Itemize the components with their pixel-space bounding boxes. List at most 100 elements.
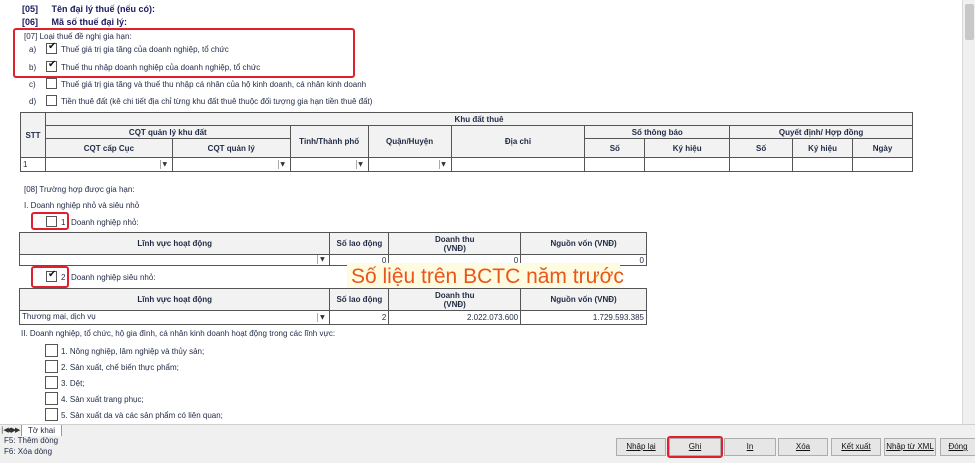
row-06-code: [06] bbox=[22, 17, 39, 27]
close-button[interactable]: Đóng bbox=[940, 438, 975, 456]
print-button[interactable]: In bbox=[724, 438, 776, 456]
hint-delete-row: F6: Xóa dòng bbox=[4, 447, 53, 456]
th-notice-symbol: Ký hiệu bbox=[644, 138, 731, 158]
th-decision-contract: Quyết định/ Hợp đồng bbox=[729, 125, 913, 139]
th-revenue: Doanh thu (VNĐ) bbox=[388, 288, 522, 311]
th-cqt-group: CQT quản lý khu đất bbox=[44, 125, 291, 139]
import-xml-button[interactable]: Nhập từ XML bbox=[884, 438, 936, 456]
th-revenue-unit: (VNĐ) bbox=[443, 299, 466, 309]
select-district[interactable]: ▼ bbox=[367, 157, 452, 172]
th-land-group: Khu đất thuê bbox=[44, 112, 914, 126]
input-decision-symbol[interactable] bbox=[792, 157, 853, 172]
group-2-title: II. Doanh nghiệp, tổ chức, hộ gia đình, … bbox=[21, 329, 336, 338]
th-capital: Nguồn vốn (VNĐ) bbox=[520, 232, 647, 255]
sector-3-checkbox[interactable] bbox=[45, 376, 58, 389]
hint-add-row: F5: Thêm dòng bbox=[4, 436, 59, 445]
th-province: Tỉnh/Thành phố bbox=[289, 125, 369, 158]
th-employees: Số lao động bbox=[329, 232, 390, 255]
input-notice-no[interactable] bbox=[584, 157, 646, 172]
input-address[interactable] bbox=[450, 157, 586, 172]
select-field-micro[interactable]: Thương mại, dịch vụ ▼ bbox=[18, 310, 331, 325]
item-d-checkbox[interactable] bbox=[46, 95, 57, 106]
cell-stt: 1 bbox=[20, 157, 46, 172]
micro-enterprise-label: Doanh nghiệp siêu nhỏ: bbox=[71, 273, 156, 282]
declaration-form: [05] Tên đại lý thuế (nếu có): [06] Mã s… bbox=[0, 0, 962, 424]
item-c-checkbox[interactable] bbox=[46, 78, 57, 89]
sector-1-checkbox[interactable] bbox=[45, 344, 58, 357]
th-revenue-label: Doanh thu bbox=[434, 290, 475, 300]
table-row: Thương mại, dịch vụ ▼ 2 2.022.073.600 1.7… bbox=[18, 310, 647, 325]
sector-4-checkbox[interactable] bbox=[45, 392, 58, 405]
scrollbar-thumb[interactable] bbox=[965, 4, 974, 40]
annotation-callout: Số liệu trên BCTC năm trước bbox=[347, 263, 624, 291]
th-stt: STT bbox=[20, 112, 46, 158]
land-table-row: 1 ▼ ▼ ▼ ▼ bbox=[20, 157, 914, 172]
select-cqt-quan-ly[interactable]: ▼ bbox=[171, 157, 291, 172]
row-06: [06] Mã số thuế đại lý: bbox=[22, 17, 127, 27]
sheet-tab-bar: |◀ ◀ ▶ ▶| Tờ khai bbox=[0, 424, 975, 437]
item-d-letter: d) bbox=[29, 97, 37, 106]
th-notice-number: Số thông báo bbox=[584, 125, 731, 139]
th-capital: Nguồn vốn (VNĐ) bbox=[520, 288, 647, 311]
group-1-title: I. Doanh nghiệp nhỏ và siêu nhỏ bbox=[24, 201, 140, 210]
reset-button[interactable]: Nhập lại bbox=[616, 438, 666, 456]
dropdown-arrow-icon[interactable]: ▼ bbox=[355, 160, 365, 169]
input-decision-no[interactable] bbox=[729, 157, 794, 172]
th-field: Lĩnh vực hoạt động bbox=[18, 232, 331, 255]
row-05: [05] Tên đại lý thuế (nếu có): bbox=[22, 4, 155, 14]
input-revenue-micro[interactable]: 2.022.073.600 bbox=[388, 310, 522, 325]
small-enterprise-label: Doanh nghiệp nhỏ: bbox=[71, 218, 139, 227]
input-capital-micro[interactable]: 1.729.593.385 bbox=[520, 310, 647, 325]
row-06-label: Mã số thuế đại lý: bbox=[51, 17, 128, 27]
item-c-letter: c) bbox=[29, 80, 36, 89]
th-field: Lĩnh vực hoạt động bbox=[18, 288, 331, 311]
dropdown-arrow-icon[interactable]: ▼ bbox=[159, 160, 169, 169]
highlight-box-tax-types bbox=[13, 28, 355, 78]
item-c-label: Thuế giá trị gia tăng và thuế thu nhập c… bbox=[61, 80, 367, 89]
small-enterprise-table: Lĩnh vực hoạt động Số lao động Doanh thu… bbox=[18, 232, 647, 266]
input-employees-micro[interactable]: 2 bbox=[329, 310, 390, 325]
sector-2-checkbox[interactable] bbox=[45, 360, 58, 373]
select-cqt-cap-cuc[interactable]: ▼ bbox=[44, 157, 173, 172]
vertical-scrollbar[interactable] bbox=[962, 0, 975, 424]
th-decision-no: Số bbox=[729, 138, 794, 158]
delete-button[interactable]: Xóa bbox=[778, 438, 828, 456]
th-revenue-unit: (VNĐ) bbox=[443, 243, 466, 253]
th-cqt-cap-cuc: CQT cấp Cục bbox=[44, 138, 173, 158]
sector-2-label: 2. Sản xuất, chế biến thực phẩm; bbox=[61, 363, 179, 372]
th-employees: Số lao động bbox=[329, 288, 390, 311]
input-notice-symbol[interactable] bbox=[644, 157, 731, 172]
th-cqt-quan-ly: CQT quản lý bbox=[171, 138, 291, 158]
select-field-small[interactable]: ▼ bbox=[18, 254, 331, 266]
select-province[interactable]: ▼ bbox=[289, 157, 369, 172]
sector-3-label: 3. Dệt; bbox=[61, 379, 85, 388]
th-address: Địa chỉ bbox=[450, 125, 586, 158]
dropdown-arrow-icon[interactable]: ▼ bbox=[438, 160, 448, 169]
th-district: Quận/Huyện bbox=[367, 125, 452, 158]
field-value: Thương mại, dịch vụ bbox=[22, 311, 96, 321]
dropdown-arrow-icon[interactable]: ▼ bbox=[317, 255, 326, 264]
highlight-box-micro bbox=[31, 266, 69, 288]
sector-1-label: 1. Nông nghiệp, lâm nghiệp và thủy sản; bbox=[61, 347, 205, 356]
dropdown-arrow-icon[interactable]: ▼ bbox=[277, 160, 287, 169]
sector-5-checkbox[interactable] bbox=[45, 408, 58, 421]
land-lease-table: STT Khu đất thuê CQT quản lý khu đất Tỉn… bbox=[20, 112, 914, 172]
th-notice-no: Số bbox=[584, 138, 646, 158]
row-05-label: Tên đại lý thuế (nếu có): bbox=[51, 4, 156, 14]
highlight-box-save bbox=[667, 436, 723, 458]
highlight-box-small bbox=[31, 212, 69, 230]
th-revenue: Doanh thu (VNĐ) bbox=[388, 232, 522, 255]
section-08-title: [08] Trường hợp được gia hạn: bbox=[24, 185, 135, 194]
item-d-label: Tiền thuê đất (kê chi tiết địa chỉ từng … bbox=[61, 97, 373, 106]
dropdown-arrow-icon[interactable]: ▼ bbox=[317, 312, 326, 322]
micro-enterprise-table: Lĩnh vực hoạt động Số lao động Doanh thu… bbox=[18, 288, 647, 325]
sector-5-label: 5. Sản xuất da và các sản phẩm có liên q… bbox=[61, 411, 223, 420]
status-bar: F5: Thêm dòng F6: Xóa dòng bbox=[0, 436, 975, 463]
row-05-code: [05] bbox=[22, 4, 39, 14]
sector-4-label: 4. Sản xuất trang phục; bbox=[61, 395, 144, 404]
input-decision-date[interactable] bbox=[851, 157, 914, 172]
th-decision-date: Ngày bbox=[851, 138, 914, 158]
th-revenue-label: Doanh thu bbox=[435, 234, 475, 244]
th-decision-symbol: Ký hiệu bbox=[792, 138, 853, 158]
export-button[interactable]: Kết xuất bbox=[831, 438, 881, 456]
